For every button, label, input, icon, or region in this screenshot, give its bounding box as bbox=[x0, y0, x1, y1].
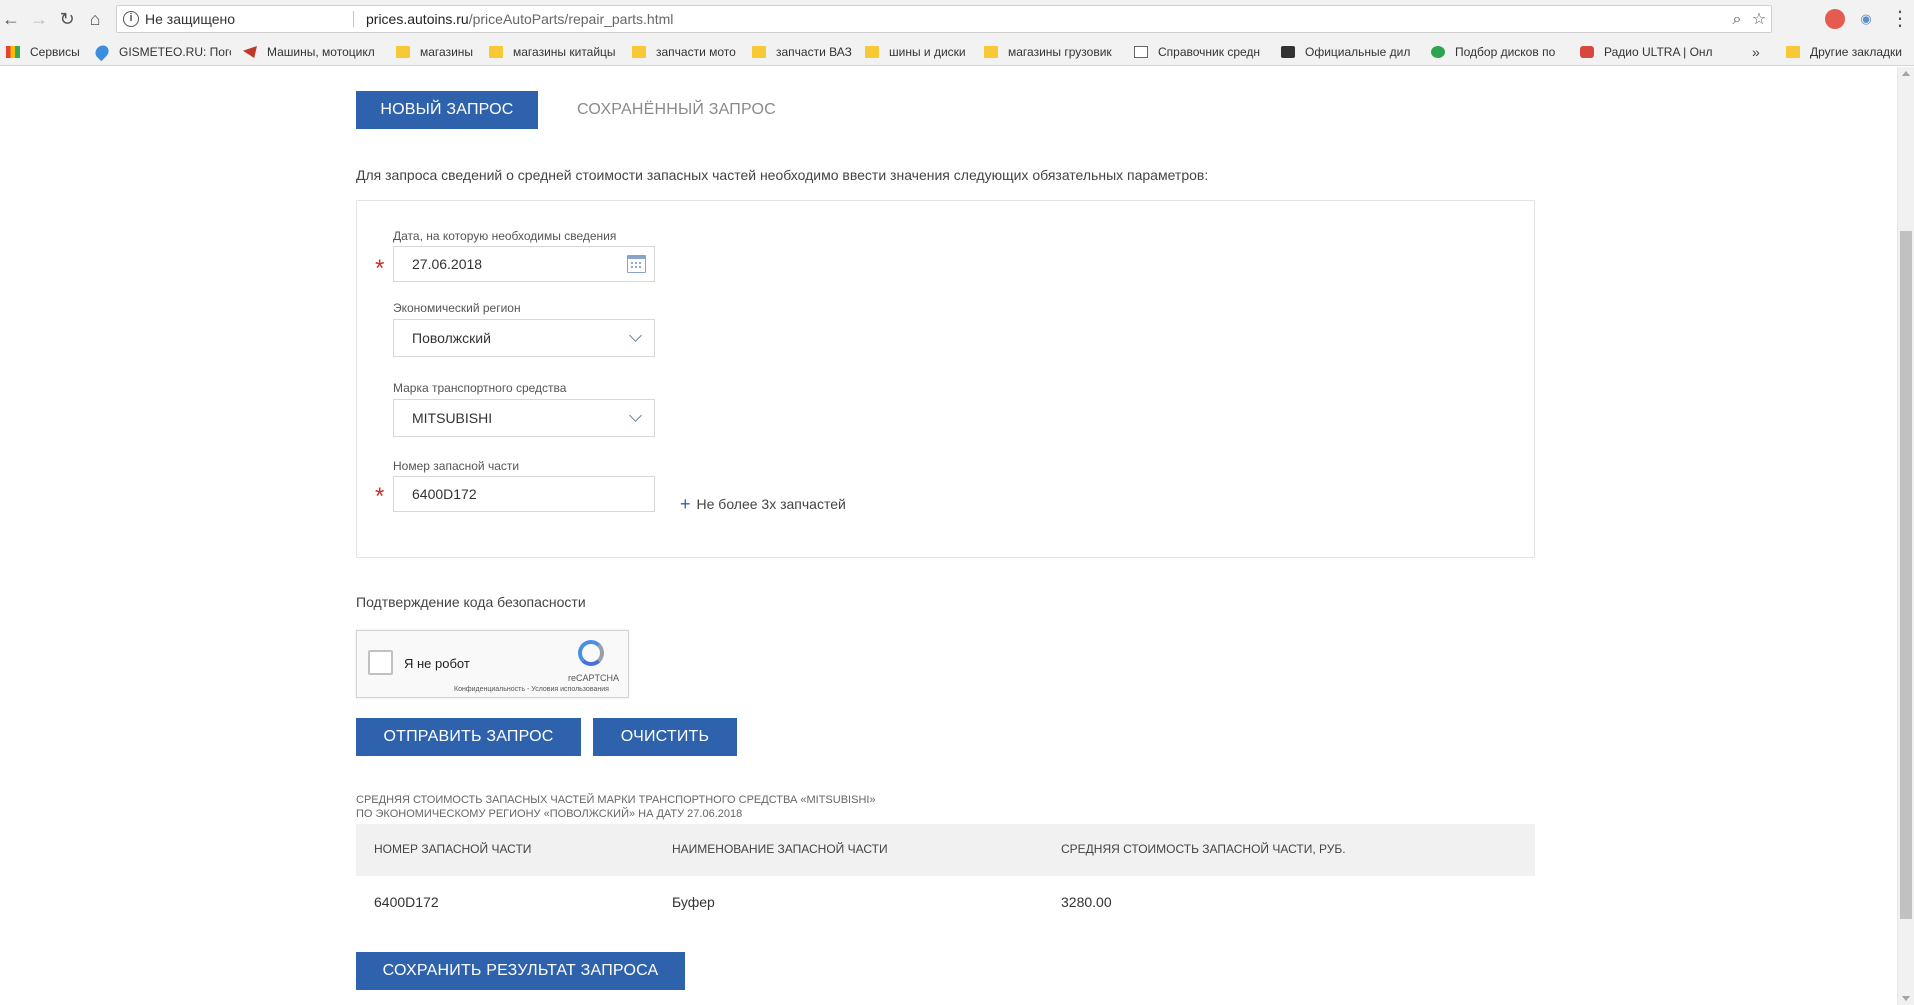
part-number-value: 6400D172 bbox=[412, 486, 477, 502]
bookmark-item[interactable]: магазины грузовик bbox=[984, 38, 1118, 66]
date-label: Дата, на которую необходимы сведения bbox=[393, 229, 617, 243]
zoom-icon[interactable]: ⌕ bbox=[1727, 10, 1747, 30]
bookmark-item[interactable]: Справочник средн bbox=[1134, 38, 1268, 66]
folder-icon bbox=[396, 46, 410, 58]
apps-icon bbox=[6, 46, 20, 58]
column-header: Средняя стоимость запасной части, руб. bbox=[1061, 842, 1346, 856]
bookmark-item[interactable]: магазины китайцы bbox=[489, 38, 619, 66]
save-result-button[interactable]: Сохранить результат запроса bbox=[356, 952, 685, 990]
clear-button[interactable]: Очистить bbox=[593, 718, 737, 756]
captcha-section-title: Подтверждение кода безопасности bbox=[356, 594, 586, 610]
bookmark-item[interactable]: запчасти ВАЗ bbox=[752, 38, 864, 66]
add-part-link[interactable]: + Не более 3х запчастей bbox=[680, 494, 846, 515]
moto-icon bbox=[243, 46, 257, 58]
calendar-icon[interactable] bbox=[627, 255, 646, 273]
recaptcha-label: Я не робот bbox=[404, 656, 470, 671]
recaptcha-widget: Я не робот reCAPTCHA Конфиденциальность … bbox=[356, 630, 629, 698]
folder-icon bbox=[489, 46, 503, 58]
bookmark-item[interactable]: GISMETEO.RU: Пого bbox=[95, 38, 231, 66]
url-text: prices.autoins.ru/priceAutoParts/repair_… bbox=[366, 6, 673, 32]
region-label: Экономический регион bbox=[393, 301, 521, 315]
page-content: Новый запрос Сохранённый запрос Для запр… bbox=[0, 67, 1897, 1005]
folder-icon bbox=[984, 46, 998, 58]
recaptcha-checkbox[interactable] bbox=[368, 650, 393, 675]
home-icon[interactable]: ⌂ bbox=[84, 8, 106, 30]
date-value: 27.06.2018 bbox=[412, 256, 483, 272]
address-bar[interactable]: i Не защищено prices.autoins.ru/priceAut… bbox=[116, 5, 1772, 33]
recaptcha-logo-icon bbox=[578, 640, 604, 666]
check-icon bbox=[1431, 46, 1445, 58]
chevron-down-icon bbox=[629, 329, 642, 342]
other-bookmarks[interactable]: Другие закладки bbox=[1786, 38, 1912, 66]
extension-eye-icon[interactable]: ◉ bbox=[1856, 9, 1876, 29]
scroll-thumb[interactable] bbox=[1900, 231, 1912, 919]
result-caption-line2: по экономическому региону «Поволжский» н… bbox=[356, 808, 743, 820]
extension-red-icon[interactable] bbox=[1825, 9, 1845, 29]
bookmark-item[interactable]: Радио ULTRA | Онл bbox=[1580, 38, 1720, 66]
intro-text: Для запроса сведений о средней стоимости… bbox=[356, 167, 1209, 183]
part-number-field[interactable]: 6400D172 bbox=[393, 476, 655, 512]
part-label: Номер запасной части bbox=[393, 459, 520, 473]
table-cell: Буфер bbox=[672, 894, 715, 910]
folder-icon bbox=[865, 46, 879, 58]
region-value: Поволжский bbox=[412, 330, 491, 346]
required-mark: * bbox=[375, 255, 385, 282]
column-header: Номер запасной части bbox=[374, 842, 532, 856]
radio-icon bbox=[1580, 46, 1594, 58]
url-host: prices.autoins.ru bbox=[366, 11, 469, 27]
url-path: /priceAutoParts/repair_parts.html bbox=[468, 11, 674, 27]
chevron-down-icon bbox=[629, 409, 642, 422]
column-header: Наименование запасной части bbox=[672, 842, 888, 856]
brand-label: Марка транспортного средства bbox=[393, 381, 567, 395]
bookmark-item[interactable]: Машины, мотоцикл bbox=[243, 38, 383, 66]
page-scrollbar[interactable] bbox=[1897, 67, 1914, 1005]
add-part-label: Не более 3х запчастей bbox=[696, 496, 846, 512]
weather-icon bbox=[95, 42, 112, 62]
brand-select[interactable]: MITSUBISHI bbox=[393, 399, 655, 437]
browser-menu-icon[interactable]: ⋮ bbox=[1890, 6, 1910, 32]
site-info-icon[interactable]: i bbox=[123, 11, 139, 27]
site-icon bbox=[1281, 46, 1295, 58]
result-caption: Средняя стоимость запасных частей марки … bbox=[356, 793, 876, 821]
folder-icon bbox=[1786, 46, 1800, 58]
folder-icon bbox=[752, 46, 766, 58]
date-field[interactable]: 27.06.2018 bbox=[393, 246, 655, 282]
bookmark-item[interactable]: Подбор дисков по bbox=[1431, 38, 1565, 66]
more-bookmarks-icon[interactable]: » bbox=[1752, 38, 1760, 66]
brand-value: MITSUBISHI bbox=[412, 410, 493, 426]
reload-icon[interactable]: ↻ bbox=[56, 8, 78, 30]
bookmark-item[interactable]: шины и диски bbox=[865, 38, 977, 66]
required-mark: * bbox=[375, 483, 385, 510]
tab-saved-request[interactable]: Сохранённый запрос bbox=[577, 101, 776, 119]
bookmark-star-icon[interactable]: ☆ bbox=[1749, 10, 1769, 30]
browser-toolbar: ← → ↻ ⌂ i Не защищено prices.autoins.ru/… bbox=[0, 0, 1914, 38]
region-select[interactable]: Поволжский bbox=[393, 319, 655, 357]
page-icon bbox=[1134, 46, 1148, 58]
bookmark-item[interactable]: магазины bbox=[396, 38, 496, 66]
recaptcha-brand: reCAPTCHA bbox=[568, 673, 620, 683]
recaptcha-terms-link[interactable]: Конфиденциальность - Условия использован… bbox=[454, 686, 609, 693]
bookmark-item[interactable]: Сервисы bbox=[6, 38, 106, 66]
result-table-header: Номер запасной части Наименование запасн… bbox=[356, 824, 1535, 876]
submit-request-button[interactable]: Отправить запрос bbox=[356, 718, 581, 756]
folder-icon bbox=[632, 46, 646, 58]
result-caption-line1: Средняя стоимость запасных частей марки … bbox=[356, 794, 876, 806]
table-cell: 6400D172 bbox=[374, 894, 439, 910]
scroll-down-icon[interactable] bbox=[1902, 996, 1910, 1001]
plus-icon: + bbox=[680, 494, 691, 514]
tab-new-request[interactable]: Новый запрос bbox=[356, 91, 538, 129]
scroll-up-icon[interactable] bbox=[1902, 71, 1910, 76]
bookmarks-bar: Сервисы GISMETEO.RU: Пого Машины, мотоци… bbox=[0, 38, 1914, 66]
address-separator bbox=[353, 11, 354, 27]
bookmark-item[interactable]: запчасти мото bbox=[632, 38, 744, 66]
forward-icon[interactable]: → bbox=[28, 8, 50, 30]
table-cell: 3280.00 bbox=[1061, 894, 1112, 910]
security-label: Не защищено bbox=[145, 11, 235, 27]
request-form: Дата, на которую необходимы сведения * 2… bbox=[356, 200, 1535, 558]
back-icon[interactable]: ← bbox=[0, 8, 22, 30]
bookmark-item[interactable]: Официальные дил bbox=[1281, 38, 1417, 66]
